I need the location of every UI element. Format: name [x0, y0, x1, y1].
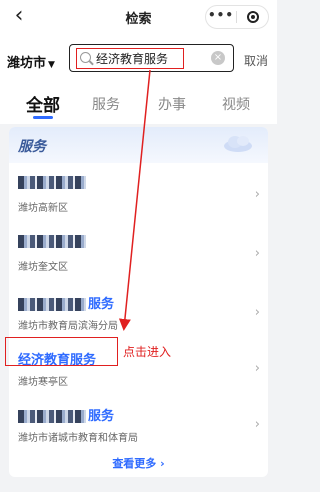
item-title: 服务 — [18, 405, 114, 424]
search-bar-row: 潍坊市 ▼ 经济教育服务 × 取消 — [0, 34, 277, 86]
tab-affairs[interactable]: 办事 — [158, 94, 186, 114]
tab-video[interactable]: 视频 — [222, 94, 250, 114]
redacted-text — [18, 176, 86, 189]
results-card: 服务 潍坊高新区 › 潍坊奎文区 › 服务 潍坊市教育局滨海分局 › 经济教育服… — [9, 127, 268, 477]
item-subtitle: 潍坊高新区 — [18, 203, 68, 214]
chevron-right-icon: › — [254, 187, 260, 202]
item-subtitle: 潍坊寒亭区 — [18, 377, 68, 388]
item-subtitle: 潍坊奎文区 — [18, 262, 68, 273]
search-icon — [80, 52, 91, 63]
clear-icon[interactable]: × — [211, 51, 225, 65]
chevron-right-icon: › — [254, 361, 260, 376]
list-item[interactable]: 潍坊高新区 › — [9, 167, 268, 225]
list-item[interactable]: 服务 潍坊市诸城市教育和体育局 › — [9, 397, 268, 455]
cloud-icon — [224, 136, 252, 152]
item-title: 服务 — [18, 293, 114, 312]
cancel-button[interactable]: 取消 — [244, 52, 268, 69]
redacted-text — [18, 298, 86, 311]
item-title — [18, 234, 88, 249]
dropdown-triangle-icon: ▼ — [48, 60, 55, 70]
chevron-right-icon: › — [254, 305, 260, 320]
close-miniprogram-icon[interactable] — [247, 11, 259, 23]
item-subtitle: 潍坊市诸城市教育和体育局 — [18, 433, 138, 444]
miniprogram-capsule: ••• — [205, 5, 269, 29]
city-label: 潍坊市 — [7, 56, 47, 71]
search-query-text: 经济教育服务 — [96, 52, 169, 66]
list-item[interactable]: 服务 潍坊市教育局滨海分局 › — [9, 285, 268, 343]
target-annotation-box — [5, 337, 118, 366]
section-header: 服务 — [9, 127, 268, 163]
top-nav: ‹ 检索 ••• — [0, 0, 277, 34]
capsule-divider — [236, 11, 237, 23]
click-annotation: 点击进入 — [123, 345, 172, 359]
redacted-text — [18, 410, 86, 423]
result-tabs: 全部 服务 办事 视频 — [0, 86, 277, 124]
item-title — [18, 175, 88, 190]
list-item[interactable]: 潍坊奎文区 › — [9, 226, 268, 284]
tab-service[interactable]: 服务 — [92, 94, 120, 114]
section-title: 服务 — [18, 139, 46, 155]
see-more-link[interactable]: 查看更多 › — [9, 455, 268, 471]
more-menu-icon[interactable]: ••• — [206, 8, 236, 22]
city-selector[interactable]: 潍坊市 ▼ — [7, 52, 55, 71]
tab-all[interactable]: 全部 — [26, 91, 60, 116]
item-subtitle: 潍坊市教育局滨海分局 — [18, 321, 118, 332]
active-tab-indicator — [33, 116, 53, 119]
search-input[interactable]: 经济教育服务 × — [69, 44, 234, 72]
chevron-right-icon: › — [254, 246, 260, 261]
redacted-text — [18, 235, 86, 248]
chevron-right-icon: › — [254, 417, 260, 432]
